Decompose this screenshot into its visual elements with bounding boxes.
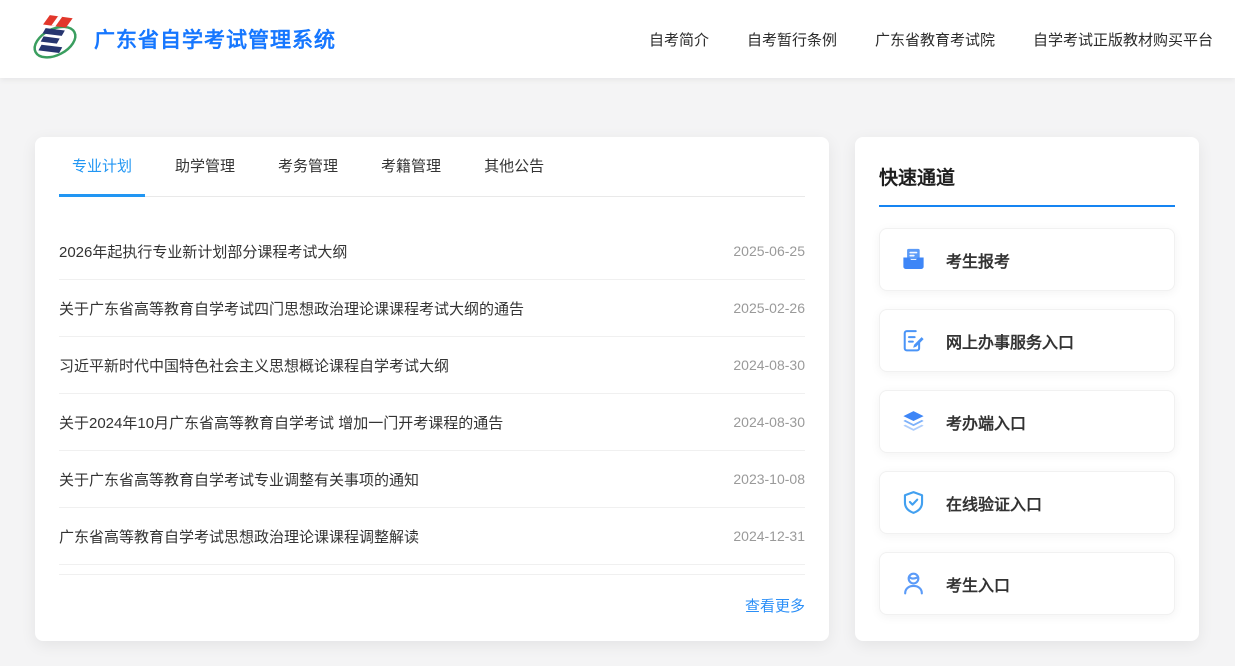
news-row[interactable]: 广东省高等教育自学考试思想政治理论课课程调整解读 2024-12-31 <box>59 508 805 565</box>
news-date: 2025-02-26 <box>733 300 805 316</box>
quick-link-label: 在线验证入口 <box>946 491 1042 515</box>
nav-item-intro[interactable]: 自考简介 <box>649 29 709 50</box>
user-icon <box>900 570 927 597</box>
news-list: 2026年起执行专业新计划部分课程考试大纲 2025-06-25 关于广东省高等… <box>59 223 805 565</box>
news-date: 2023-10-08 <box>733 471 805 487</box>
tab-study-support[interactable]: 助学管理 <box>162 137 248 196</box>
form-edit-icon <box>900 327 927 354</box>
tab-exam-records[interactable]: 考籍管理 <box>368 137 454 196</box>
news-tabs: 专业计划 助学管理 考务管理 考籍管理 其他公告 <box>59 137 805 197</box>
quick-link-online-services[interactable]: 网上办事服务入口 <box>879 309 1175 372</box>
news-date: 2025-06-25 <box>733 243 805 259</box>
nav-item-exam-authority[interactable]: 广东省教育考试院 <box>875 29 995 50</box>
news-date: 2024-08-30 <box>733 414 805 430</box>
site-logo-icon[interactable] <box>30 12 80 66</box>
shield-check-icon <box>900 489 927 516</box>
inbox-icon <box>900 246 927 273</box>
news-row[interactable]: 关于2024年10月广东省高等教育自学考试 增加一门开考课程的通告 2024-0… <box>59 394 805 451</box>
quick-link-label: 考办端入口 <box>946 410 1026 434</box>
tab-major-plans[interactable]: 专业计划 <box>59 137 145 196</box>
news-date: 2024-08-30 <box>733 357 805 373</box>
news-title-link[interactable]: 广东省高等教育自学考试思想政治理论课课程调整解读 <box>59 526 419 547</box>
news-row[interactable]: 习近平新时代中国特色社会主义思想概论课程自学考试大纲 2024-08-30 <box>59 337 805 394</box>
quick-link-label: 网上办事服务入口 <box>946 329 1074 353</box>
news-date: 2024-12-31 <box>733 528 805 544</box>
top-nav: 自考简介 自考暂行条例 广东省教育考试院 自学考试正版教材购买平台 <box>649 29 1213 50</box>
tab-other-notices[interactable]: 其他公告 <box>471 137 557 196</box>
news-title-link[interactable]: 关于广东省高等教育自学考试四门思想政治理论课课程考试大纲的通告 <box>59 298 524 319</box>
exam-board-logo-icon <box>30 12 80 66</box>
main-content: 专业计划 助学管理 考务管理 考籍管理 其他公告 2026年起执行专业新计划部分… <box>0 78 1235 641</box>
news-title-link[interactable]: 关于2024年10月广东省高等教育自学考试 增加一门开考课程的通告 <box>59 412 503 433</box>
news-title-link[interactable]: 2026年起执行专业新计划部分课程考试大纲 <box>59 241 347 262</box>
nav-item-textbook-platform[interactable]: 自学考试正版教材购买平台 <box>1033 29 1213 50</box>
tab-exam-affairs[interactable]: 考务管理 <box>265 137 351 196</box>
view-more-link[interactable]: 查看更多 <box>745 595 805 616</box>
news-title-link[interactable]: 习近平新时代中国特色社会主义思想概论课程自学考试大纲 <box>59 355 449 376</box>
layers-icon <box>900 408 927 435</box>
news-row[interactable]: 关于广东省高等教育自学考试四门思想政治理论课课程考试大纲的通告 2025-02-… <box>59 280 805 337</box>
quick-link-label: 考生报考 <box>946 248 1010 272</box>
quick-links-list: 考生报考 网上办事服务入口 <box>879 228 1175 615</box>
quick-link-candidate-portal[interactable]: 考生入口 <box>879 552 1175 615</box>
quick-link-candidate-registration[interactable]: 考生报考 <box>879 228 1175 291</box>
quick-channel-title: 快速通道 <box>879 163 1175 207</box>
news-title-link[interactable]: 关于广东省高等教育自学考试专业调整有关事项的通知 <box>59 469 419 490</box>
news-row[interactable]: 2026年起执行专业新计划部分课程考试大纲 2025-06-25 <box>59 223 805 280</box>
news-footer: 查看更多 <box>59 574 805 616</box>
quick-link-label: 考生入口 <box>946 572 1010 596</box>
news-row[interactable]: 关于广东省高等教育自学考试专业调整有关事项的通知 2023-10-08 <box>59 451 805 508</box>
nav-item-regulations[interactable]: 自考暂行条例 <box>747 29 837 50</box>
quick-link-online-verification[interactable]: 在线验证入口 <box>879 471 1175 534</box>
quick-link-exam-office-portal[interactable]: 考办端入口 <box>879 390 1175 453</box>
header: 广东省自学考试管理系统 自考简介 自考暂行条例 广东省教育考试院 自学考试正版教… <box>0 0 1235 78</box>
quick-channel-panel: 快速通道 考生报考 <box>855 137 1199 641</box>
news-panel: 专业计划 助学管理 考务管理 考籍管理 其他公告 2026年起执行专业新计划部分… <box>35 137 829 641</box>
page-title: 广东省自学考试管理系统 <box>94 24 336 54</box>
